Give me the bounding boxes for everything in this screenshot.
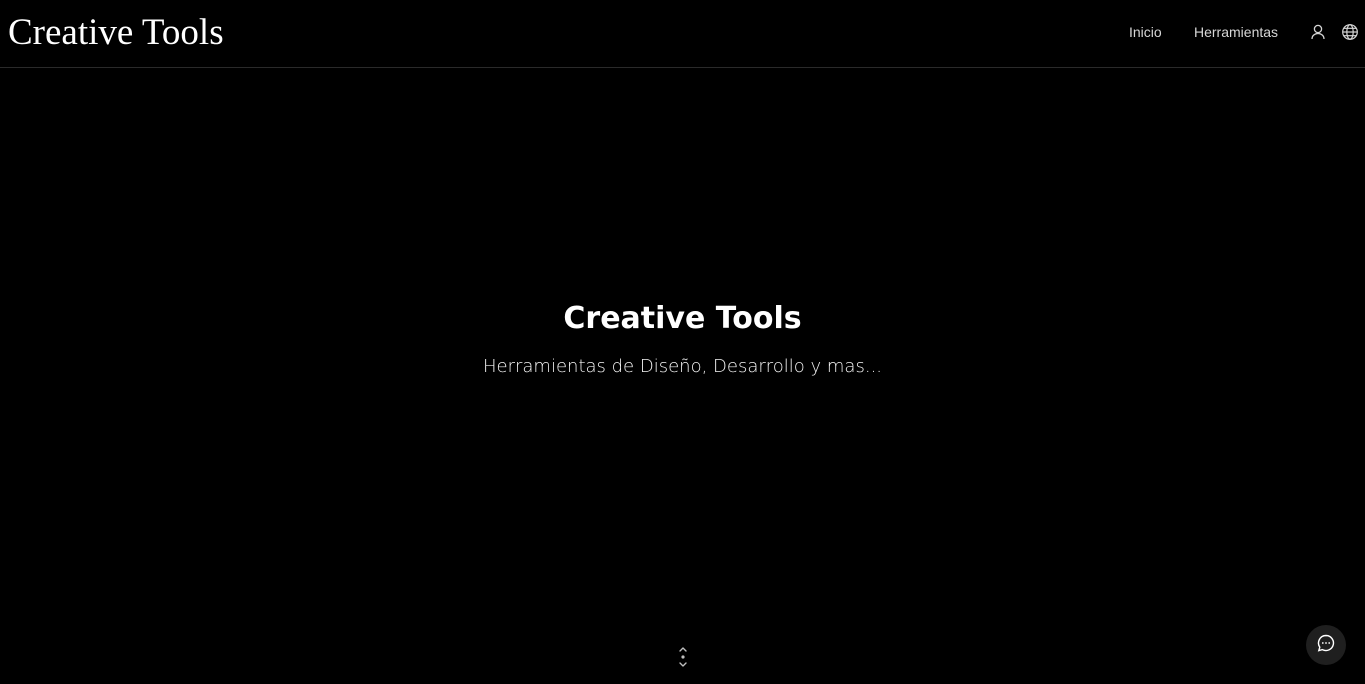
user-icon[interactable] (1309, 23, 1327, 41)
globe-icon[interactable] (1341, 23, 1359, 41)
site-logo[interactable]: Creative Tools (8, 12, 224, 54)
hero-subtitle: Herramientas de Diseño, Desarrollo y mas… (482, 356, 883, 377)
hero-title: Creative Tools (563, 301, 802, 336)
nav-link-herramientas[interactable]: Herramientas (1194, 24, 1278, 40)
chat-icon (1316, 633, 1336, 657)
chat-button[interactable] (1306, 625, 1346, 665)
site-header: Creative Tools Inicio Herramientas (0, 0, 1365, 68)
scroll-down-icon[interactable] (676, 646, 690, 668)
nav-link-inicio[interactable]: Inicio (1129, 24, 1162, 40)
